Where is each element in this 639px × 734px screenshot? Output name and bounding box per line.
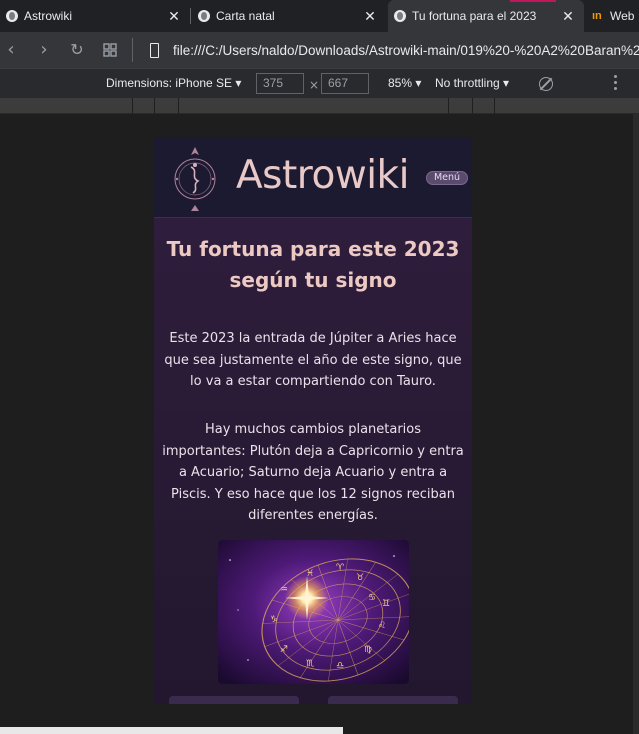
media-query-segment[interactable]: [178, 98, 179, 114]
site-header: Astrowiki Menú: [154, 137, 472, 218]
url-text[interactable]: file:///C:/Users/naldo/Downloads/Astrowi…: [173, 43, 639, 58]
svg-text:♏: ♏: [306, 659, 314, 669]
zoom-select[interactable]: 85% ▾: [388, 76, 421, 90]
close-icon[interactable]: ✕: [560, 8, 576, 24]
site-brand[interactable]: Astrowiki: [236, 153, 409, 198]
toolbar-divider: [132, 38, 133, 62]
tab-title: Tu fortuna para el 2023: [412, 9, 537, 23]
reload-icon[interactable]: ↻: [67, 40, 87, 60]
tab-separator: [190, 8, 191, 24]
tab-strip: Astrowiki ✕ Carta natal ✕ Tu fortuna par…: [0, 0, 639, 32]
forward-icon[interactable]: ›: [34, 40, 54, 60]
zodiac-logo-icon: [174, 147, 216, 211]
tab-title: Astrowiki: [24, 9, 73, 23]
page-title: Tu fortuna para este 2023 según tu signo: [164, 234, 462, 296]
close-icon[interactable]: ✕: [362, 8, 378, 24]
tab-title: Web: [610, 9, 635, 23]
planets-paragraph: Hay muchos cambios planetarios important…: [160, 419, 466, 527]
web-favicon-icon: ın: [592, 10, 602, 22]
media-query-segment[interactable]: [132, 98, 133, 114]
page-content: Tu fortuna para este 2023 según tu signo…: [154, 218, 472, 704]
svg-text:♉: ♉: [356, 573, 364, 583]
svg-text:♋: ♋: [368, 593, 376, 603]
svg-text:♐: ♐: [280, 645, 288, 655]
address-toolbar: ‹ › ↻ file:///C:/Users/naldo/Downloads/A…: [0, 32, 639, 68]
address-bar[interactable]: file:///C:/Users/naldo/Downloads/Astrowi…: [138, 36, 639, 64]
throttling-select[interactable]: No throttling ▾: [435, 76, 509, 90]
sign-button-right[interactable]: [328, 696, 458, 704]
text-line: lo va a estar compartiendo con Tauro.: [190, 374, 436, 389]
tab-highlight-bar: [510, 0, 556, 2]
text-line: a Acuario; Saturno deja Acuario y entra …: [178, 465, 448, 480]
tab-carta-natal[interactable]: Carta natal ✕: [192, 0, 386, 32]
device-toolbar: Dimensions: iPhone SE ▾ 375 × 667 85% ▾ …: [0, 68, 639, 98]
text-line: Este 2023 la entrada de Júpiter a Aries …: [169, 331, 457, 346]
text-line: que sea justamente el año de este signo,…: [164, 352, 462, 368]
svg-text:♈: ♈: [336, 563, 345, 573]
globe-icon: [198, 10, 210, 22]
file-icon: [150, 42, 159, 58]
devtools-edge: [633, 114, 639, 734]
text-line: Piscis. Y eso hace que los 12 signos rec…: [171, 486, 455, 502]
svg-text:♑: ♑: [270, 615, 278, 625]
close-icon[interactable]: ✕: [166, 8, 182, 24]
svg-text:♊: ♊: [382, 599, 390, 609]
sign-button-left[interactable]: [169, 696, 299, 704]
globe-icon: [394, 10, 406, 22]
times-sign: ×: [309, 78, 320, 92]
intro-paragraph: Este 2023 la entrada de Júpiter a Aries …: [160, 328, 466, 393]
menu-button[interactable]: Menú: [426, 171, 468, 185]
tab-astrowiki[interactable]: Astrowiki ✕: [0, 0, 190, 32]
globe-icon: [6, 10, 18, 22]
text-line: diferentes energías.: [248, 508, 378, 523]
tab-fortuna-2023[interactable]: Tu fortuna para el 2023 ✕: [388, 0, 584, 32]
zodiac-wheel-image: ♋♌♍ ♎♏♐ ♑♒♓ ♈♉♊: [218, 540, 409, 684]
media-query-bar[interactable]: [0, 98, 639, 114]
device-select[interactable]: Dimensions: iPhone SE ▾: [106, 76, 241, 90]
svg-text:♌: ♌: [378, 621, 386, 631]
height-input[interactable]: 667: [321, 73, 369, 94]
rotate-icon[interactable]: [539, 77, 553, 91]
horizontal-scrollbar[interactable]: [0, 727, 343, 734]
text-line: Hay muchos cambios planetarios: [204, 422, 422, 437]
svg-text:♎: ♎: [336, 661, 344, 671]
media-query-segment[interactable]: [154, 98, 155, 114]
text-line: importantes: Plutón deja a Capricornio y…: [162, 443, 464, 459]
title-line: Tu fortuna para este 2023: [166, 237, 460, 261]
media-query-segment[interactable]: [494, 98, 495, 114]
media-query-segment[interactable]: [448, 98, 449, 114]
emulated-page[interactable]: Astrowiki Menú Tu fortuna para este 2023…: [154, 137, 472, 704]
title-line: según tu signo: [229, 268, 397, 292]
kebab-menu-icon[interactable]: [614, 75, 618, 93]
tab-title: Carta natal: [216, 9, 275, 23]
width-input[interactable]: 375: [256, 73, 304, 94]
tab-web[interactable]: ın Web: [586, 0, 639, 32]
extensions-icon[interactable]: [100, 40, 120, 60]
media-query-segment[interactable]: [472, 98, 473, 114]
back-icon[interactable]: ‹: [1, 40, 21, 60]
svg-text:♍: ♍: [364, 645, 372, 655]
